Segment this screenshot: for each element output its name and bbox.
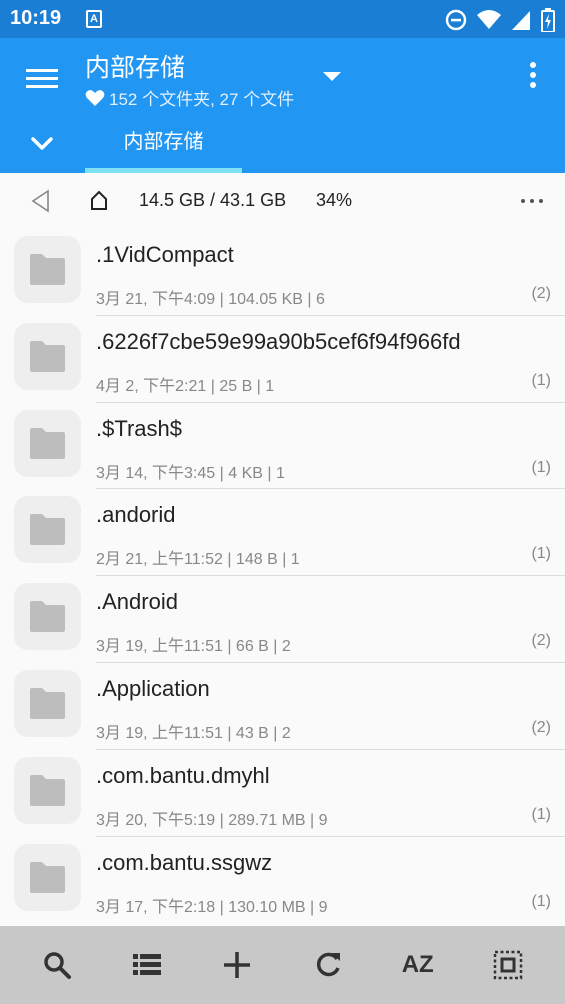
storage-percent: 34% <box>316 190 353 210</box>
menu-icon[interactable] <box>22 64 62 94</box>
file-row[interactable]: .6226f7cbe59e99a90b5cef6f94f966fd 4月 2, 下… <box>0 316 565 403</box>
back-triangle-icon <box>31 189 49 213</box>
folder-icon <box>14 843 81 911</box>
tab-label: 内部存储 <box>123 131 204 153</box>
file-row[interactable]: .$Trash$ 3月 14, 下午3:45 | 4 KB | 1 (1) <box>0 403 565 490</box>
item-count: (2) <box>531 285 551 302</box>
folder-icon <box>14 496 81 564</box>
folder-icon <box>14 669 81 737</box>
select-all-icon <box>493 950 523 980</box>
file-meta: 3月 19, 上午11:51 | 66 B | 2 <box>96 638 291 656</box>
do-not-disturb-icon <box>445 9 467 31</box>
item-count: (2) <box>531 632 551 650</box>
home-icon <box>91 190 107 210</box>
item-count: (1) <box>531 892 551 910</box>
file-row[interactable]: .Android 3月 19, 上午11:51 | 66 B | 2 (2) <box>0 576 565 663</box>
caret-down-icon <box>323 72 341 81</box>
collapse-tabs-button[interactable] <box>28 134 56 154</box>
storage-usage: 14.5 GB / 43.1 GB <box>139 190 287 210</box>
file-meta: 2月 21, 上午11:52 | 148 B | 1 <box>96 551 300 569</box>
file-meta: 3月 14, 下午3:45 | 4 KB | 1 <box>96 464 285 482</box>
folder-icon <box>14 409 81 477</box>
file-row[interactable]: .1VidCompact 3月 21, 下午4:09 | 104.05 KB | … <box>0 229 565 316</box>
home-button[interactable] <box>90 189 108 211</box>
sort-button[interactable]: AZ <box>394 941 442 989</box>
file-meta: 3月 19, 上午11:51 | 43 B | 2 <box>96 724 291 742</box>
tab-internal-storage[interactable]: 内部存储 <box>85 122 242 173</box>
file-row[interactable]: .Application 3月 19, 上午11:51 | 43 B | 2 (2) <box>0 663 565 750</box>
list-view-icon <box>133 954 162 975</box>
wifi-icon <box>477 10 501 29</box>
item-count: (2) <box>531 718 551 736</box>
item-count: (1) <box>531 805 551 823</box>
search-icon <box>44 952 72 979</box>
file-name: .com.bantu.dmyhl <box>96 762 270 788</box>
app-bar: 内部存储 152 个文件夹, 27 个文件 内部存储 <box>0 38 565 173</box>
file-row[interactable]: .andorid 2月 21, 上午11:52 | 148 B | 1 (1) <box>0 489 565 577</box>
folder-file-count: 152 个文件夹, 27 个文件 <box>109 90 295 109</box>
app-notification-icon: A <box>86 10 102 28</box>
folder-icon <box>14 583 81 651</box>
file-name: .com.bantu.ssgwz <box>96 849 273 875</box>
signal-icon <box>512 11 530 30</box>
item-count: (1) <box>531 371 551 389</box>
view-mode-button[interactable] <box>123 941 171 989</box>
file-row[interactable]: .com.bantu.ssgwz 3月 17, 下午2:18 | 130.10 M… <box>0 837 565 922</box>
file-list: .1VidCompact 3月 21, 下午4:09 | 104.05 KB | … <box>0 229 565 922</box>
add-button[interactable] <box>213 941 261 989</box>
file-meta: 3月 17, 下午2:18 | 130.10 MB | 9 <box>96 898 328 916</box>
battery-charging-icon <box>541 8 555 32</box>
status-bar: 10:19 A <box>0 0 565 38</box>
file-name: .6226f7cbe59e99a90b5cef6f94f966fd <box>96 328 461 354</box>
item-count: (1) <box>531 545 551 563</box>
heart-icon[interactable] <box>85 89 105 107</box>
page-title: 内部存储 <box>85 54 186 82</box>
refresh-icon <box>316 952 340 977</box>
back-button[interactable] <box>30 189 52 213</box>
sort-az-icon: AZ <box>401 951 434 978</box>
search-button[interactable] <box>33 941 81 989</box>
bottom-toolbar: AZ <box>0 926 565 1004</box>
file-name: .Android <box>96 589 178 615</box>
folder-icon <box>14 756 81 824</box>
file-name: .Application <box>96 675 210 701</box>
more-options-button[interactable] <box>521 199 543 205</box>
item-count: (1) <box>531 458 551 476</box>
folder-icon <box>14 236 81 303</box>
refresh-button[interactable] <box>304 941 352 989</box>
folder-icon <box>14 322 81 390</box>
folder-summary: 152 个文件夹, 27 个文件 <box>85 85 294 110</box>
file-name: .$Trash$ <box>96 415 183 441</box>
file-name: .1VidCompact <box>96 242 234 267</box>
overflow-menu-button[interactable] <box>527 62 539 94</box>
storage-dropdown-button[interactable] <box>320 66 344 86</box>
file-meta: 3月 20, 下午5:19 | 289.71 MB | 9 <box>96 811 328 829</box>
file-meta: 3月 21, 下午4:09 | 104.05 KB | 6 <box>96 291 325 308</box>
status-time: 10:19 <box>10 7 62 29</box>
select-all-button[interactable] <box>484 941 532 989</box>
add-icon <box>224 952 251 978</box>
path-bar: 14.5 GB / 43.1 GB 34% <box>0 173 565 229</box>
chevron-down-icon <box>31 137 53 150</box>
file-meta: 4月 2, 下午2:21 | 25 B | 1 <box>96 377 275 395</box>
file-row[interactable]: .com.bantu.dmyhl 3月 20, 下午5:19 | 289.71 M… <box>0 750 565 837</box>
file-name: .andorid <box>96 502 176 528</box>
